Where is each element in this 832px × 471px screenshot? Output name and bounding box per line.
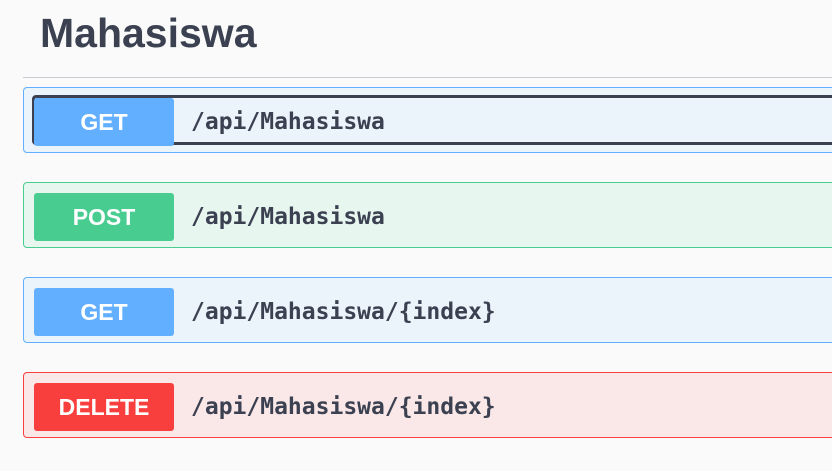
method-badge-delete: DELETE <box>34 383 174 431</box>
operation-get-mahasiswa-index[interactable]: GET /api/Mahasiswa/{index} <box>23 277 832 343</box>
method-badge-get: GET <box>34 288 174 336</box>
method-badge-post: POST <box>34 193 174 241</box>
operation-path: /api/Mahasiswa/{index} <box>191 299 496 325</box>
operation-delete-mahasiswa-index[interactable]: DELETE /api/Mahasiswa/{index} <box>23 372 832 438</box>
operation-path: /api/Mahasiswa/{index} <box>191 394 496 420</box>
method-badge-get: GET <box>34 98 174 146</box>
operation-post-mahasiswa[interactable]: POST /api/Mahasiswa <box>23 182 832 248</box>
operation-path: /api/Mahasiswa <box>191 204 385 230</box>
operation-get-mahasiswa[interactable]: GET /api/Mahasiswa <box>23 87 832 153</box>
section-title[interactable]: Mahasiswa <box>40 8 257 58</box>
section-divider <box>23 77 832 78</box>
operation-path: /api/Mahasiswa <box>191 109 385 135</box>
